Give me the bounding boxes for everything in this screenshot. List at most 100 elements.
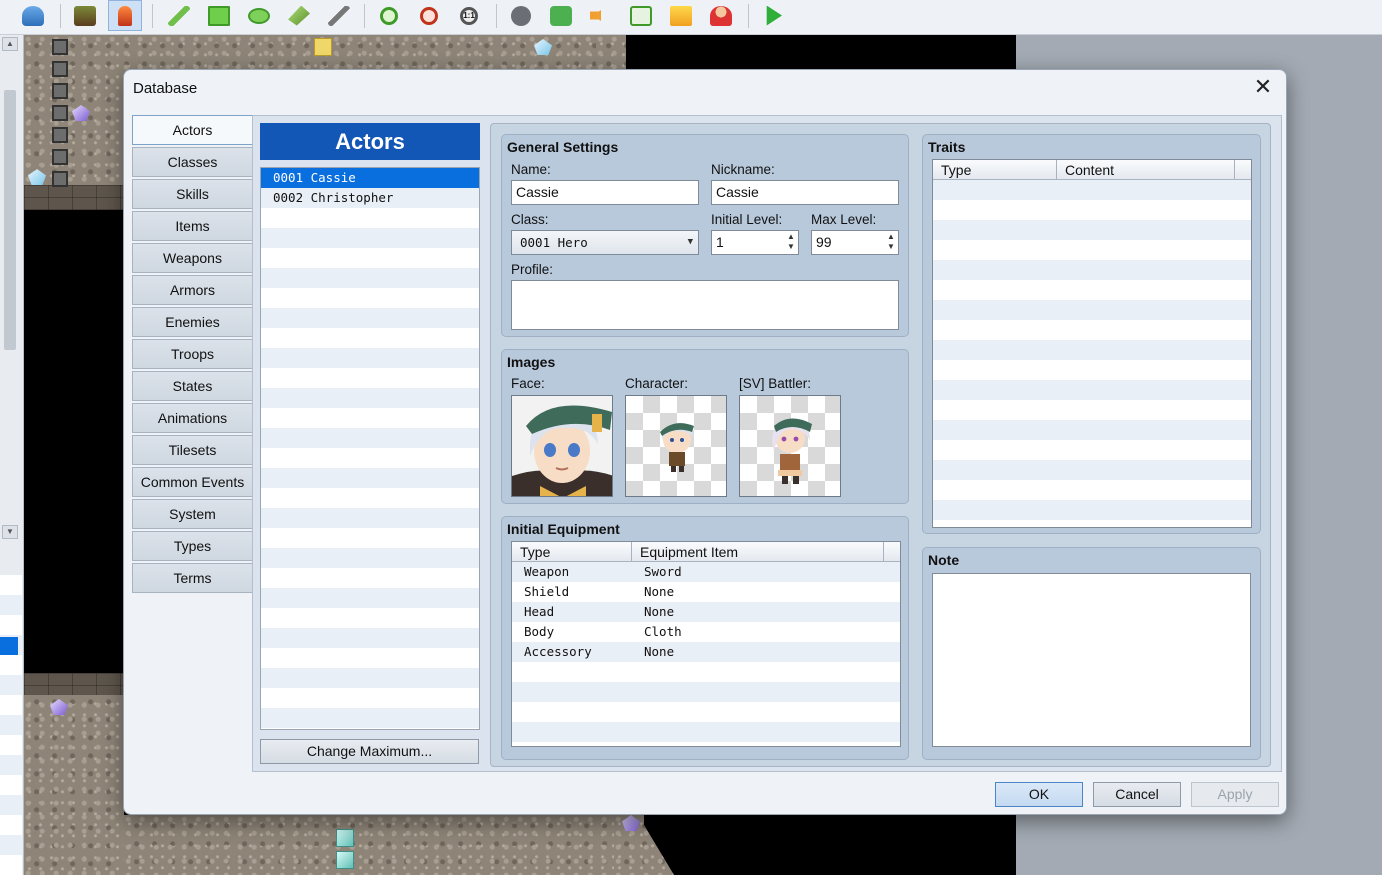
flood-fill-icon[interactable] xyxy=(282,0,316,31)
column-header-content[interactable]: Content xyxy=(1057,160,1235,180)
plugin-manager-icon[interactable] xyxy=(544,0,578,31)
ok-button[interactable]: OK xyxy=(995,782,1083,807)
initial-level-stepper[interactable]: 1 ▲ ▼ xyxy=(711,230,799,255)
class-select[interactable]: 0001 Hero ▼ xyxy=(511,230,699,255)
database-icon[interactable] xyxy=(504,0,538,31)
list-item[interactable]: 0002 Christopher xyxy=(261,188,479,208)
database-dialog: Database ✕ Actors Classes Skills Items W… xyxy=(123,69,1287,815)
character-generator-icon[interactable] xyxy=(704,0,738,31)
zoom-actual-icon[interactable]: 1:1 xyxy=(452,0,486,31)
nickname-label: Nickname: xyxy=(711,162,775,177)
close-icon[interactable]: ✕ xyxy=(1252,76,1274,98)
spinner-arrows-icon[interactable]: ▲ ▼ xyxy=(886,232,896,252)
chevron-down-icon: ▼ xyxy=(687,237,693,247)
tab-actors[interactable]: Actors xyxy=(132,115,253,145)
list-item[interactable]: 0001 Cassie xyxy=(261,168,479,188)
column-header-type[interactable]: Type xyxy=(512,542,632,562)
table-row[interactable]: Shield None xyxy=(512,582,900,602)
cancel-button[interactable]: Cancel xyxy=(1093,782,1181,807)
tab-items[interactable]: Items xyxy=(132,211,253,241)
general-settings-group: General Settings Name: Cassie Nickname: … xyxy=(501,134,909,337)
tab-armors[interactable]: Armors xyxy=(132,275,253,305)
sv-battler-image[interactable] xyxy=(739,395,841,497)
actors-list[interactable]: 0001 Cassie 0002 Christopher xyxy=(260,167,480,730)
initial-equipment-title: Initial Equipment xyxy=(507,521,620,537)
event-layer-icon[interactable] xyxy=(108,0,142,31)
tab-troops[interactable]: Troops xyxy=(132,339,253,369)
equipment-item: Cloth xyxy=(644,624,682,639)
face-label: Face: xyxy=(511,376,545,391)
tab-enemies[interactable]: Enemies xyxy=(132,307,253,337)
tab-terms[interactable]: Terms xyxy=(132,563,253,593)
scrollbar-thumb[interactable] xyxy=(4,90,16,350)
table-row[interactable]: Weapon Sword xyxy=(512,562,900,582)
equipment-type: Weapon xyxy=(524,564,570,579)
character-label: Character: xyxy=(625,376,689,391)
equipment-item: None xyxy=(644,604,675,619)
scroll-down-icon[interactable]: ▼ xyxy=(2,525,18,539)
equipment-type: Shield xyxy=(524,584,570,599)
scroll-up-icon[interactable]: ▲ xyxy=(2,37,18,51)
table-row[interactable]: Accessory None xyxy=(512,642,900,662)
nickname-field[interactable]: Cassie xyxy=(711,180,899,205)
name-field[interactable]: Cassie xyxy=(511,180,699,205)
tab-types[interactable]: Types xyxy=(132,531,253,561)
equipment-type: Head xyxy=(524,604,555,619)
zoom-in-icon[interactable] xyxy=(372,0,406,31)
equipment-item: Sword xyxy=(644,564,682,579)
equipment-item: None xyxy=(644,584,675,599)
pencil-icon[interactable] xyxy=(162,0,196,31)
actors-list-header: Actors xyxy=(260,123,480,160)
map-layer-icon[interactable] xyxy=(68,0,102,31)
general-settings-title: General Settings xyxy=(507,139,619,155)
table-row[interactable]: Head None xyxy=(512,602,900,622)
change-maximum-button[interactable]: Change Maximum... xyxy=(260,739,479,764)
map-list-scroll-panel: ▲ ▼ xyxy=(0,35,24,875)
column-header-type[interactable]: Type xyxy=(933,160,1057,180)
tab-weapons[interactable]: Weapons xyxy=(132,243,253,273)
face-image[interactable] xyxy=(511,395,613,497)
initial-level-value: 1 xyxy=(716,234,724,250)
initial-equipment-group: Initial Equipment Type Equipment Item We… xyxy=(501,516,909,760)
profile-textarea[interactable] xyxy=(511,280,899,330)
spinner-arrows-icon[interactable]: ▲ ▼ xyxy=(786,232,796,252)
sv-battler-label: [SV] Battler: xyxy=(739,376,812,391)
database-nav: Actors Classes Skills Items Weapons Armo… xyxy=(132,115,253,595)
tab-animations[interactable]: Animations xyxy=(132,403,253,433)
playtest-icon[interactable] xyxy=(756,0,790,31)
traits-group: Traits Type Content xyxy=(922,134,1261,534)
traits-table[interactable]: Type Content xyxy=(932,159,1252,528)
selected-map-row[interactable] xyxy=(0,637,18,655)
tab-common-events[interactable]: Common Events xyxy=(132,467,253,497)
resource-manager-icon[interactable] xyxy=(664,0,698,31)
shadow-pen-icon[interactable] xyxy=(322,0,356,31)
table-row[interactable]: Body Cloth xyxy=(512,622,900,642)
equipment-type: Accessory xyxy=(524,644,592,659)
character-image[interactable] xyxy=(625,395,727,497)
images-title: Images xyxy=(507,354,556,370)
main-toolbar: 1:1 xyxy=(0,0,1382,35)
equipment-item: None xyxy=(644,644,675,659)
rectangle-icon[interactable] xyxy=(202,0,236,31)
tab-system[interactable]: System xyxy=(132,499,253,529)
note-textarea[interactable] xyxy=(932,573,1251,747)
sound-test-icon[interactable] xyxy=(584,0,618,31)
tab-skills[interactable]: Skills xyxy=(132,179,253,209)
zoom-out-icon[interactable] xyxy=(412,0,446,31)
note-title: Note xyxy=(928,552,960,568)
apply-button[interactable]: Apply xyxy=(1191,782,1279,807)
tab-states[interactable]: States xyxy=(132,371,253,401)
column-header-equipment-item[interactable]: Equipment Item xyxy=(632,542,884,562)
tab-classes[interactable]: Classes xyxy=(132,147,253,177)
equipment-table[interactable]: Type Equipment Item Weapon Sword Shield … xyxy=(511,541,901,747)
max-level-stepper[interactable]: 99 ▲ ▼ xyxy=(811,230,899,255)
equipment-table-header: Type Equipment Item xyxy=(512,542,900,562)
map-tree-list[interactable] xyxy=(0,575,22,875)
class-select-value: 0001 Hero xyxy=(520,235,588,250)
event-searcher-icon[interactable] xyxy=(624,0,658,31)
tab-tilesets[interactable]: Tilesets xyxy=(132,435,253,465)
max-level-value: 99 xyxy=(816,234,832,250)
undo-icon[interactable] xyxy=(16,0,50,31)
ellipse-icon[interactable] xyxy=(242,0,276,31)
max-level-label: Max Level: xyxy=(811,212,877,227)
